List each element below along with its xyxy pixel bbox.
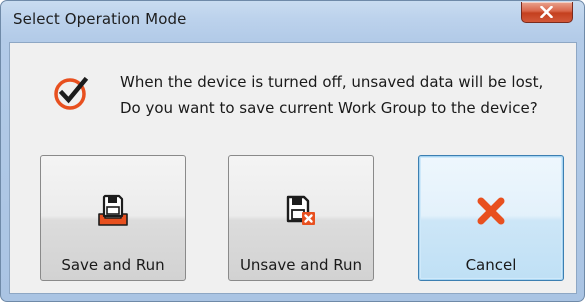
unsave-icon [286, 195, 315, 225]
unsave-and-run-label: Unsave and Run [239, 256, 363, 274]
unsave-and-run-button[interactable]: Unsave and Run [228, 155, 374, 281]
message-line-1: When the device is turned off, unsaved d… [120, 73, 544, 91]
save-icon [98, 194, 128, 226]
dialog-window: Select Operation Mode When the device is… [0, 0, 585, 302]
window-title: Select Operation Mode [13, 10, 187, 28]
cancel-x-icon [477, 197, 505, 225]
cancel-button[interactable]: Cancel [418, 155, 564, 281]
cancel-label: Cancel [465, 256, 517, 274]
dialog-body: When the device is turned off, unsaved d… [9, 42, 577, 294]
title-bar[interactable]: Select Operation Mode [1, 1, 584, 41]
close-icon [540, 6, 553, 18]
save-and-run-button[interactable]: Save and Run [40, 155, 186, 281]
message-line-2: Do you want to save current Work Group t… [120, 99, 538, 117]
close-button[interactable] [521, 2, 573, 23]
check-circle-icon [54, 76, 89, 110]
dialog-message: When the device is turned off, unsaved d… [120, 69, 543, 121]
save-and-run-label: Save and Run [61, 256, 165, 274]
